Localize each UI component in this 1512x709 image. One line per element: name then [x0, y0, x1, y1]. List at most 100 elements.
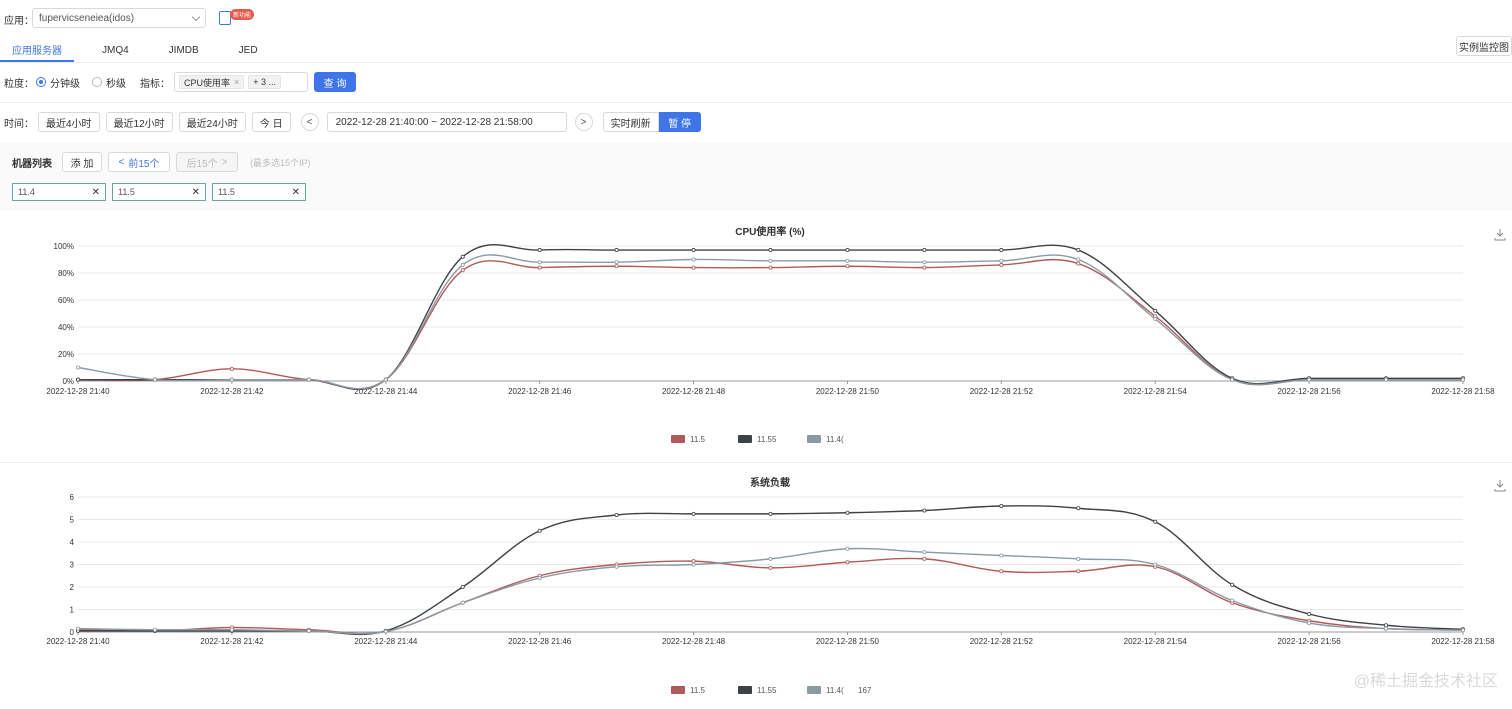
radio-minute[interactable]: 分钟级 — [36, 75, 80, 90]
legend-label[interactable]: 11.55 — [757, 435, 777, 444]
y-tick-label: 2 — [70, 583, 75, 592]
y-tick-label: 80% — [58, 269, 74, 278]
legend-swatch[interactable] — [738, 686, 752, 694]
data-point — [152, 377, 157, 382]
x-tick-label: 2022-12-28 21:50 — [816, 637, 880, 646]
tab-jed[interactable]: JED — [227, 38, 270, 62]
time-label: 时间： — [4, 118, 34, 130]
prev-15-button[interactable]: < 前15个 — [108, 152, 170, 172]
x-tick-label: 2022-12-28 21:52 — [970, 637, 1034, 646]
data-point — [999, 504, 1004, 509]
data-point — [845, 248, 850, 253]
y-tick-label: 20% — [58, 350, 74, 359]
data-point — [999, 262, 1004, 267]
instance-monitor-button[interactable]: 实例监控图 — [1456, 36, 1512, 56]
data-point — [614, 248, 619, 253]
filter-row: 粒度： 分钟级 秒级 指标： CPU使用率 × + 3 ... 查 询 — [4, 72, 356, 92]
close-icon[interactable]: ✕ — [292, 187, 300, 198]
quick-4h-button[interactable]: 最近4小时 — [38, 112, 100, 132]
data-point — [614, 264, 619, 269]
y-tick-label: 100% — [54, 242, 74, 251]
data-point — [1230, 598, 1235, 603]
legend-label[interactable]: 11.5 — [690, 686, 706, 695]
data-point — [768, 248, 773, 253]
series-line — [77, 254, 1463, 390]
data-point — [922, 556, 927, 561]
legend-label[interactable]: 11.55 — [757, 686, 777, 695]
query-button[interactable]: 查 询 — [314, 72, 356, 92]
data-point — [768, 258, 773, 263]
legend-swatch[interactable] — [671, 435, 685, 443]
prev-15-label: 前15个 — [128, 158, 160, 170]
tab-jmq4[interactable]: JMQ4 — [90, 38, 141, 62]
data-point — [1076, 248, 1081, 253]
metric-chip-label: CPU使用率 — [184, 77, 231, 88]
legend-label[interactable]: 11.4( — [826, 686, 844, 695]
chevron-left-icon[interactable]: < — [300, 113, 319, 131]
close-icon[interactable]: × — [234, 77, 239, 87]
tab-app-server[interactable]: 应用服务器 — [0, 38, 74, 62]
tab-jimdb[interactable]: JIMDB — [157, 38, 211, 62]
app-select[interactable]: fupervicseneiea(idos) — [32, 8, 206, 28]
legend-label[interactable]: 11.4( — [826, 435, 844, 444]
granularity-label: 粒度： — [4, 78, 34, 90]
next-15-button[interactable]: 后15个 > — [176, 152, 238, 172]
quick-24h-button[interactable]: 最近24小时 — [178, 112, 246, 132]
data-point — [1461, 377, 1466, 382]
x-tick-label: 2022-12-28 21:40 — [46, 637, 110, 646]
chart-title: CPU使用率 (%) — [735, 225, 804, 238]
data-point — [1076, 556, 1081, 561]
next-15-label: 后15个 — [186, 158, 218, 170]
x-tick-label: 2022-12-28 21:40 — [46, 387, 110, 396]
data-point — [1076, 569, 1081, 574]
data-point — [922, 508, 927, 513]
data-point — [229, 366, 234, 371]
legend-swatch[interactable] — [807, 435, 821, 443]
close-icon[interactable]: ✕ — [192, 187, 200, 198]
data-point — [537, 265, 542, 270]
data-point — [229, 377, 234, 382]
metric-label: 指标： — [140, 78, 170, 90]
machine-list-label: 机器列表 — [12, 158, 52, 170]
data-point — [460, 600, 465, 605]
radio-icon — [36, 77, 46, 87]
legend-swatch[interactable] — [671, 686, 685, 694]
radio-second[interactable]: 秒级 — [92, 75, 126, 90]
filter-divider — [0, 102, 1512, 103]
metric-select[interactable]: CPU使用率 × + 3 ... — [174, 72, 308, 92]
add-machine-button[interactable]: 添 加 — [62, 152, 102, 172]
machine-hint: (最多选15个IP) — [250, 157, 311, 168]
metric-more-chip: + 3 ... — [248, 75, 282, 89]
chevron-right-icon[interactable]: > — [574, 113, 593, 131]
x-tick-label: 2022-12-28 21:52 — [970, 387, 1034, 396]
data-point — [845, 258, 850, 263]
data-point — [76, 377, 81, 382]
data-point — [383, 377, 388, 382]
x-tick-label: 2022-12-28 21:44 — [354, 637, 418, 646]
x-tick-label: 2022-12-28 21:42 — [200, 387, 264, 396]
data-point — [306, 628, 311, 633]
legend-swatch[interactable] — [807, 686, 821, 694]
data-point — [614, 564, 619, 569]
data-point — [922, 265, 927, 270]
ip-tag: 11.5 ✕ — [212, 183, 306, 201]
data-point — [614, 513, 619, 518]
x-tick-label: 2022-12-28 21:46 — [508, 387, 572, 396]
legend-swatch[interactable] — [738, 435, 752, 443]
data-point — [614, 260, 619, 265]
pause-button[interactable]: 暂 停 — [658, 112, 701, 132]
download-icon[interactable] — [1494, 229, 1506, 241]
data-point — [1307, 620, 1312, 625]
quick-today-button[interactable]: 今 日 — [251, 112, 291, 132]
chevron-right-icon: > — [221, 156, 228, 168]
chart-title: 系统负载 — [750, 476, 790, 489]
close-icon[interactable]: ✕ — [92, 187, 100, 198]
y-tick-label: 0% — [62, 377, 74, 386]
legend-label[interactable]: 11.5 — [690, 435, 706, 444]
time-range-input[interactable]: 2022-12-28 21:40:00 ~ 2022-12-28 21:58:0… — [326, 112, 567, 132]
ip-tags: 11.4 ✕ 11.5 ✕ 11.5 ✕ — [12, 183, 306, 201]
data-point — [845, 510, 850, 515]
download-icon[interactable] — [1494, 480, 1506, 492]
quick-12h-button[interactable]: 最近12小时 — [105, 112, 173, 132]
realtime-refresh-button[interactable]: 实时刷新 — [602, 112, 659, 132]
